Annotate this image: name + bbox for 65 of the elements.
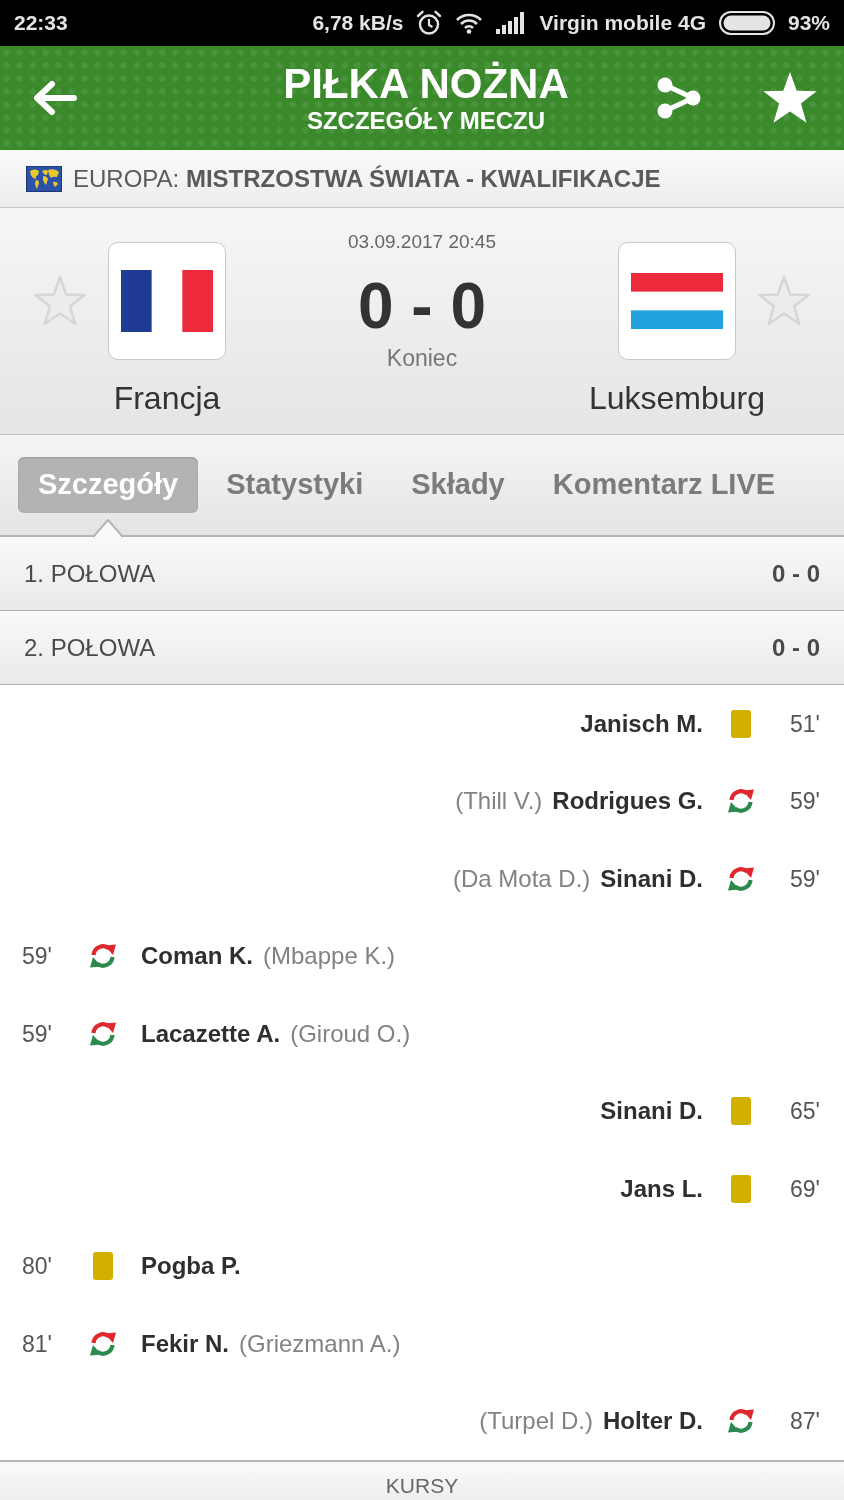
replaced-player-name: (Mbappe K.) <box>263 941 396 972</box>
period-score: 0 - 0 <box>771 632 820 663</box>
signal-bars-icon <box>496 12 527 34</box>
replaced-player-name: (Griezmann A.) <box>239 1328 401 1359</box>
star-icon[interactable] <box>762 71 818 125</box>
match-score: 0 - 0 <box>357 274 487 338</box>
period-row[interactable]: 2. POŁOWA 0 - 0 <box>0 611 844 685</box>
card-icon <box>731 1097 751 1126</box>
tab[interactable]: Statystyki <box>206 457 384 513</box>
player-name: Lacazette A. <box>141 1018 281 1049</box>
event-minute: 80' <box>22 1252 53 1281</box>
flag-icon <box>618 242 736 360</box>
player-name: Holter D. <box>603 1406 703 1437</box>
tab[interactable]: Składy <box>391 457 525 513</box>
world-map-icon <box>26 165 62 192</box>
player-name: Janisch M. <box>580 708 703 739</box>
player-name: Coman K. <box>141 941 253 972</box>
match-date: 03.09.2017 20:45 <box>348 230 496 254</box>
network-speed: 6,78 kB/s <box>312 10 404 37</box>
tab[interactable]: Komentarz LIVE <box>532 457 796 513</box>
flag-icon <box>108 242 226 360</box>
event-minute: 69' <box>789 1174 820 1204</box>
player-name: Pogba P. <box>141 1251 241 1282</box>
event-minute: 81' <box>22 1329 53 1359</box>
event-minute: 59' <box>22 1019 53 1049</box>
status-time: 22:33 <box>14 10 68 37</box>
event-minute: 59' <box>789 787 820 816</box>
event-minute: 51' <box>789 709 820 739</box>
event-minute: 59' <box>22 942 53 971</box>
team-name: Luksemburg <box>588 379 766 417</box>
back-arrow-icon[interactable] <box>32 79 78 117</box>
screen-title: PIŁKA NOŻNA <box>283 63 569 105</box>
event-minute: 59' <box>789 864 820 894</box>
period-label: 1. POŁOWA <box>24 558 156 589</box>
player-name: Fekir N. <box>141 1328 230 1359</box>
screen-subtitle: SZCZEGÓŁY MECZU <box>306 109 546 133</box>
alarm-clock-icon <box>416 10 443 36</box>
favorite-star-icon[interactable] <box>32 274 88 328</box>
tab[interactable]: Szczegóły <box>18 457 199 513</box>
card-icon <box>93 1252 113 1281</box>
match-status: Koniec <box>386 344 458 372</box>
replaced-player-name: (Turpel D.) <box>479 1406 593 1437</box>
event-minute: 65' <box>789 1097 820 1126</box>
period-score: 0 - 0 <box>771 558 820 589</box>
period-label: 2. POŁOWA <box>24 632 156 663</box>
player-name: Sinani D. <box>600 1096 703 1127</box>
player-name: Sinani D. <box>600 863 703 894</box>
card-icon <box>731 709 751 738</box>
replaced-player-name: (Thill V.) <box>455 786 543 817</box>
player-name: Jans L. <box>620 1173 703 1204</box>
replaced-player-name: (Da Mota D.) <box>452 863 591 894</box>
carrier-name: Virgin mobile 4G <box>539 10 706 37</box>
favorite-star-icon[interactable] <box>756 274 812 328</box>
share-icon[interactable] <box>656 77 702 119</box>
team-name: Francja <box>113 379 221 417</box>
wifi-icon <box>455 12 484 34</box>
replaced-player-name: (Giroud O.) <box>290 1018 411 1049</box>
battery-icon <box>718 11 775 35</box>
card-icon <box>731 1174 751 1203</box>
event-minute: 87' <box>789 1407 820 1436</box>
battery-percent: 93% <box>787 10 830 37</box>
period-row[interactable]: 1. POŁOWA 0 - 0 <box>0 537 844 611</box>
competition-title: EUROPA: MISTRZOSTWA ŚWIATA - KWALIFIKACJE <box>73 163 661 194</box>
player-name: Rodrigues G. <box>552 786 703 817</box>
section-header[interactable]: KURSY <box>0 1460 844 1500</box>
